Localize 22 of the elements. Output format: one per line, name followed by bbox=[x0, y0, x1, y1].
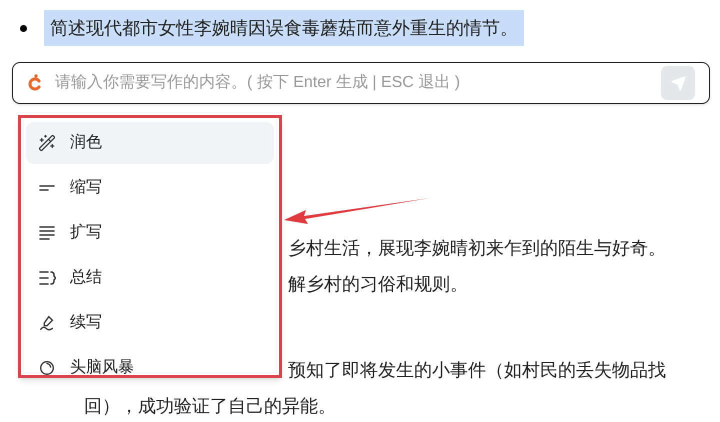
menu-item[interactable]: 缩写 bbox=[26, 167, 274, 209]
magic-wand-icon bbox=[38, 134, 56, 152]
prompt-field[interactable]: 请输入你需要写作的内容。( 按下 Enter 生成 | ESC 退出 ) bbox=[12, 62, 710, 104]
short-lines-icon bbox=[38, 183, 56, 193]
send-icon bbox=[670, 76, 686, 90]
document-text: 解乡村的习俗和规则。 bbox=[287, 273, 469, 296]
circle-icon bbox=[38, 359, 56, 375]
pen-stroke-icon bbox=[38, 314, 56, 332]
bullet-icon bbox=[20, 24, 27, 32]
prompt-input[interactable]: 请输入你需要写作的内容。( 按下 Enter 生成 | ESC 退出 ) bbox=[55, 71, 661, 95]
paragraph-lines-icon bbox=[38, 225, 56, 241]
document-text: 乡村生活，展现李婉晴初来乍到的陌生与好奇。 bbox=[287, 237, 667, 260]
menu-item[interactable]: 润色 bbox=[26, 122, 274, 164]
document-text: 预知了即将发生的小事件（如村民的丢失物品找 bbox=[287, 359, 667, 382]
menu-item[interactable]: 续写 bbox=[26, 302, 274, 344]
menu-item[interactable]: 总结 bbox=[26, 257, 274, 299]
summary-icon bbox=[38, 270, 56, 286]
logo-icon bbox=[27, 73, 43, 93]
menu-item[interactable]: 扩写 bbox=[26, 212, 274, 254]
document-text: 回），成功验证了自己的异能。 bbox=[83, 395, 337, 418]
document-text: 简述现代都市女性李婉晴因误食毒蘑菇而意外重生的情节。 bbox=[44, 10, 524, 46]
menu-item[interactable]: 头脑风暴 bbox=[26, 347, 274, 375]
